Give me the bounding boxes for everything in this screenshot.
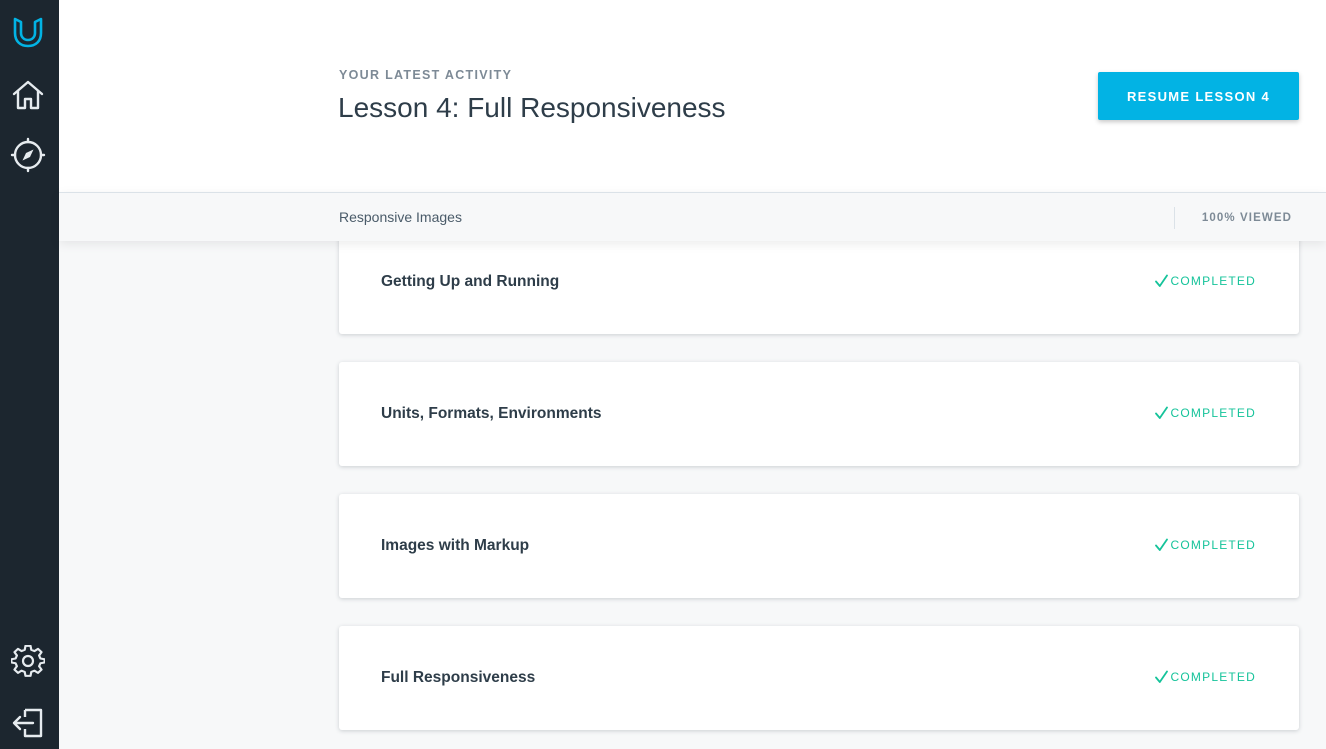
section-viewed-status: 100% VIEWED <box>1201 212 1292 224</box>
home-icon[interactable] <box>9 76 47 114</box>
lesson-card[interactable]: Full Responsiveness COMPLETED <box>339 626 1299 730</box>
checkmark-icon <box>1154 406 1168 419</box>
completed-label: COMPLETED <box>1170 274 1256 288</box>
completed-status: COMPLETED <box>1154 538 1256 552</box>
section-bar: Responsive Images 100% VIEWED <box>59 192 1326 241</box>
lesson-card-title: Images with Markup <box>381 537 530 554</box>
completed-status: COMPLETED <box>1154 670 1256 684</box>
udacity-logo-icon[interactable] <box>9 12 47 50</box>
lesson-title: Lesson 4: Full Responsiveness <box>338 92 726 123</box>
completed-status: COMPLETED <box>1154 406 1256 420</box>
logout-icon[interactable] <box>9 704 47 742</box>
completed-label: COMPLETED <box>1170 538 1256 552</box>
completed-label: COMPLETED <box>1170 670 1256 684</box>
lesson-card[interactable]: Units, Formats, Environments COMPLETED <box>339 362 1299 466</box>
completed-status: COMPLETED <box>1154 274 1256 288</box>
section-divider <box>1174 207 1175 229</box>
activity-eyebrow: YOUR LATEST ACTIVITY <box>339 68 513 82</box>
lesson-card[interactable]: Images with Markup COMPLETED <box>339 494 1299 598</box>
lesson-card-title: Units, Formats, Environments <box>381 405 602 422</box>
latest-activity-header: YOUR LATEST ACTIVITY Lesson 4: Full Resp… <box>59 0 1326 192</box>
checkmark-icon <box>1154 670 1168 683</box>
completed-label: COMPLETED <box>1170 406 1256 420</box>
lesson-card-title: Getting Up and Running <box>381 273 560 290</box>
compass-icon[interactable] <box>9 136 47 174</box>
checkmark-icon <box>1154 538 1168 551</box>
lesson-card[interactable]: Getting Up and Running COMPLETED <box>339 230 1299 334</box>
gear-icon[interactable] <box>9 643 47 681</box>
sidebar <box>0 0 59 749</box>
lesson-card-title: Full Responsiveness <box>381 669 536 686</box>
resume-lesson-button[interactable]: RESUME LESSON 4 <box>1098 72 1299 120</box>
section-title: Responsive Images <box>339 209 462 225</box>
checkmark-icon <box>1154 274 1168 287</box>
